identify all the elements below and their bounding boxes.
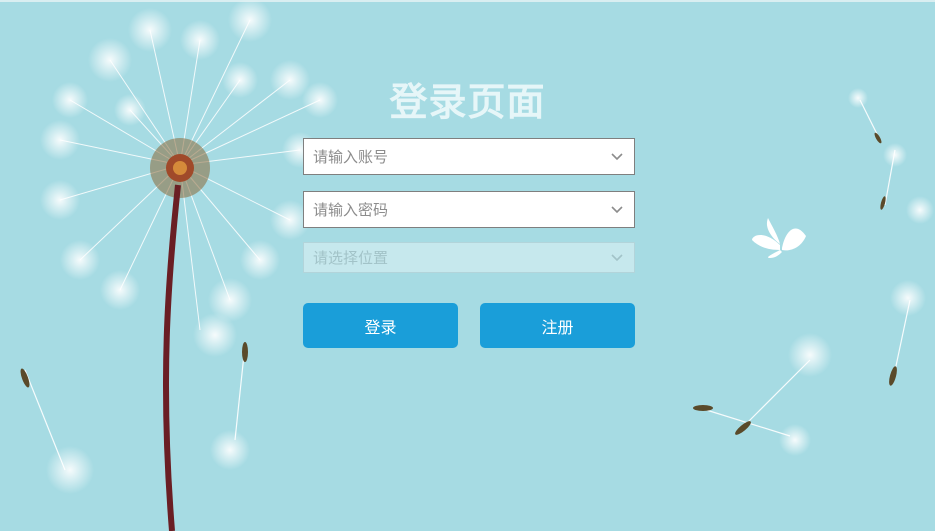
password-select[interactable]: 请输入密码 [303,191,635,228]
login-button[interactable]: 登录 [303,303,458,348]
login-page: 登录页面 请输入账号 请输入密码 请选择位置 登录 注册 [0,0,935,531]
page-title: 登录页面 [389,80,546,124]
butterfly-icon [752,218,806,258]
location-placeholder: 请选择位置 [313,249,389,267]
chevron-down-icon[interactable] [610,251,624,265]
register-button[interactable]: 注册 [480,303,635,348]
account-select[interactable]: 请输入账号 [303,138,635,175]
dandelion-stem [162,184,181,531]
chevron-down-icon[interactable] [610,150,624,164]
password-placeholder: 请输入密码 [313,201,389,219]
chevron-down-icon[interactable] [610,203,624,217]
dandelion-seed-tufts [40,0,338,494]
account-placeholder: 请输入账号 [313,148,389,166]
location-select[interactable]: 请选择位置 [303,242,635,273]
